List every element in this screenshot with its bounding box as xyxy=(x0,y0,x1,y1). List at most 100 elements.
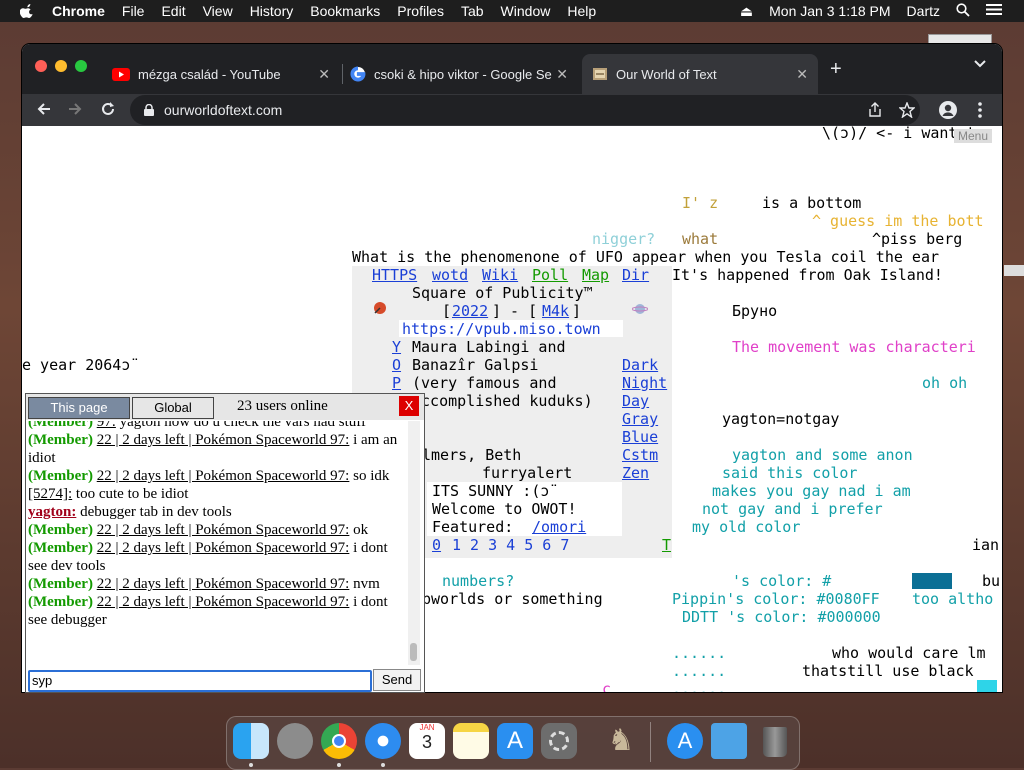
bookmark-star-icon[interactable] xyxy=(899,102,915,118)
owot-link[interactable]: O xyxy=(392,356,401,374)
menu-view[interactable]: View xyxy=(203,3,233,19)
owot-link[interactable]: T xyxy=(662,536,671,554)
chat-username[interactable]: 22 | 2 days left | Pokémon Spaceworld 97… xyxy=(97,594,350,610)
chat-input[interactable]: syp xyxy=(28,670,372,692)
owot-link[interactable]: HTTPS xyxy=(372,266,417,284)
finder-icon[interactable] xyxy=(233,723,269,759)
calendar-icon[interactable]: JAN 3 xyxy=(409,723,445,759)
owot-link[interactable]: Gray xyxy=(622,410,658,428)
address-bar[interactable]: ourworldoftext.com xyxy=(130,95,920,125)
menu-history[interactable]: History xyxy=(250,3,294,19)
chat-username[interactable]: 22 | 2 days left | Pokémon Spaceworld 97… xyxy=(97,576,350,592)
chat-member-tag[interactable]: (Member) xyxy=(28,421,93,430)
menu-button[interactable]: Menu xyxy=(954,129,993,143)
chat-member-tag[interactable]: (Member) xyxy=(28,432,93,448)
forward-arrow-icon[interactable] xyxy=(67,101,83,117)
chat-username[interactable]: 22 | 2 days left | Pokémon Spaceworld 97… xyxy=(97,468,350,484)
app-store-icon[interactable]: A xyxy=(497,723,533,759)
owot-link[interactable]: Blue xyxy=(622,428,658,446)
chat-scrollbar-thumb[interactable] xyxy=(410,643,417,661)
tab-close-icon[interactable]: ✕ xyxy=(556,66,568,83)
minimize-window-button[interactable] xyxy=(55,60,67,72)
chat-member-tag[interactable]: (Member) xyxy=(28,522,93,538)
eject-icon[interactable]: ⏏ xyxy=(740,3,753,20)
tab-google-title: csoki & hipo viktor - Google Se xyxy=(374,66,552,82)
menu-window[interactable]: Window xyxy=(501,3,551,19)
tab-global[interactable]: Global xyxy=(132,397,214,419)
chat-username[interactable]: 97: xyxy=(97,421,116,430)
owot-link[interactable]: Night xyxy=(622,374,667,392)
owot-link[interactable]: 0 xyxy=(432,536,441,554)
owot-link[interactable]: P xyxy=(392,374,401,392)
chat-text: too cute to be idiot xyxy=(72,486,189,502)
owot-link[interactable]: Dir xyxy=(622,266,649,284)
menu-file[interactable]: File xyxy=(122,3,145,19)
menu-clock[interactable]: Mon Jan 3 1:18 PM xyxy=(769,3,890,19)
tab-this-page[interactable]: This page xyxy=(28,397,130,419)
owot-text: e year 2064ͻ̈ xyxy=(22,356,131,374)
chat-username[interactable]: [5274]: xyxy=(28,486,72,502)
chat-scrollbar[interactable] xyxy=(408,421,420,665)
folder-icon[interactable] xyxy=(711,723,747,759)
tab-google[interactable]: csoki & hipo viktor - Google Se ✕ xyxy=(344,54,578,94)
spotlight-icon[interactable] xyxy=(956,2,970,20)
close-window-button[interactable] xyxy=(35,60,47,72)
chess-icon[interactable]: ♞ xyxy=(603,723,639,759)
chat-message: [5274]: too cute to be idiot xyxy=(28,485,408,503)
owot-link[interactable]: Cstm xyxy=(622,446,658,464)
chat-member-tag[interactable]: (Member) xyxy=(28,540,93,556)
owot-link[interactable]: /omori xyxy=(532,518,586,536)
apple-menu-icon[interactable] xyxy=(20,4,34,18)
menu-tab[interactable]: Tab xyxy=(461,3,484,19)
owot-link[interactable]: Y xyxy=(392,338,401,356)
tab-search-chevron-icon[interactable] xyxy=(974,60,986,68)
safari-icon[interactable] xyxy=(365,723,401,759)
chat-message: (Member) 22 | 2 days left | Pokémon Spac… xyxy=(28,521,408,539)
share-icon[interactable] xyxy=(869,102,881,117)
owot-link[interactable]: Day xyxy=(622,392,649,410)
chat-username[interactable]: 22 | 2 days left | Pokémon Spaceworld 97… xyxy=(97,432,350,448)
new-tab-icon[interactable]: + xyxy=(830,58,842,81)
tab-close-icon[interactable]: ✕ xyxy=(318,66,330,83)
menu-help[interactable]: Help xyxy=(567,3,596,19)
chat-member-tag[interactable]: (Member) xyxy=(28,468,93,484)
chat-member-tag[interactable]: (Member) xyxy=(28,594,93,610)
launchpad-icon[interactable] xyxy=(277,723,313,759)
menu-bookmarks[interactable]: Bookmarks xyxy=(310,3,380,19)
chat-panel: This page Global 23 users online X (Memb… xyxy=(25,393,425,693)
tab-close-icon[interactable]: ✕ xyxy=(796,66,808,83)
app-store-downloads-icon[interactable]: A xyxy=(667,723,703,759)
chrome-icon[interactable] xyxy=(321,723,357,759)
control-center-icon[interactable] xyxy=(986,3,1002,19)
tab-youtube[interactable]: mézga család - YouTube ✕ xyxy=(104,54,340,94)
menu-profiles[interactable]: Profiles xyxy=(397,3,444,19)
tab-owot[interactable]: Our World of Text ✕ xyxy=(582,54,818,94)
chat-username[interactable]: yagton: xyxy=(28,504,76,520)
lock-icon[interactable] xyxy=(144,104,154,116)
chat-close-button[interactable]: X xyxy=(399,396,419,416)
maximize-window-button[interactable] xyxy=(75,60,87,72)
chat-member-tag[interactable]: (Member) xyxy=(28,576,93,592)
owot-link[interactable]: Zen xyxy=(622,464,649,482)
chrome-menu-icon[interactable] xyxy=(978,102,982,118)
notes-icon[interactable] xyxy=(453,723,489,759)
trash-icon[interactable] xyxy=(757,723,793,759)
chat-username[interactable]: 22 | 2 days left | Pokémon Spaceworld 97… xyxy=(97,522,350,538)
profile-avatar-icon[interactable] xyxy=(939,101,957,119)
owot-link[interactable]: M4k xyxy=(542,302,569,320)
owot-link[interactable]: Map xyxy=(582,266,609,284)
owot-link[interactable]: wotd xyxy=(432,266,468,284)
back-arrow-icon[interactable] xyxy=(36,101,52,117)
owot-link[interactable]: Wiki xyxy=(482,266,518,284)
send-button[interactable]: Send xyxy=(373,669,421,691)
menu-user[interactable]: Dartz xyxy=(907,3,940,19)
chat-username[interactable]: 22 | 2 days left | Pokémon Spaceworld 97… xyxy=(97,540,350,556)
menu-app-name[interactable]: Chrome xyxy=(52,3,105,19)
owot-link[interactable]: Dark xyxy=(622,356,658,374)
owot-link[interactable]: Poll xyxy=(532,266,568,284)
owot-link[interactable]: 2022 xyxy=(452,302,488,320)
menu-edit[interactable]: Edit xyxy=(161,3,185,19)
reload-icon[interactable] xyxy=(100,101,116,117)
system-preferences-icon[interactable] xyxy=(541,723,577,759)
calendar-month: JAN xyxy=(419,723,435,732)
